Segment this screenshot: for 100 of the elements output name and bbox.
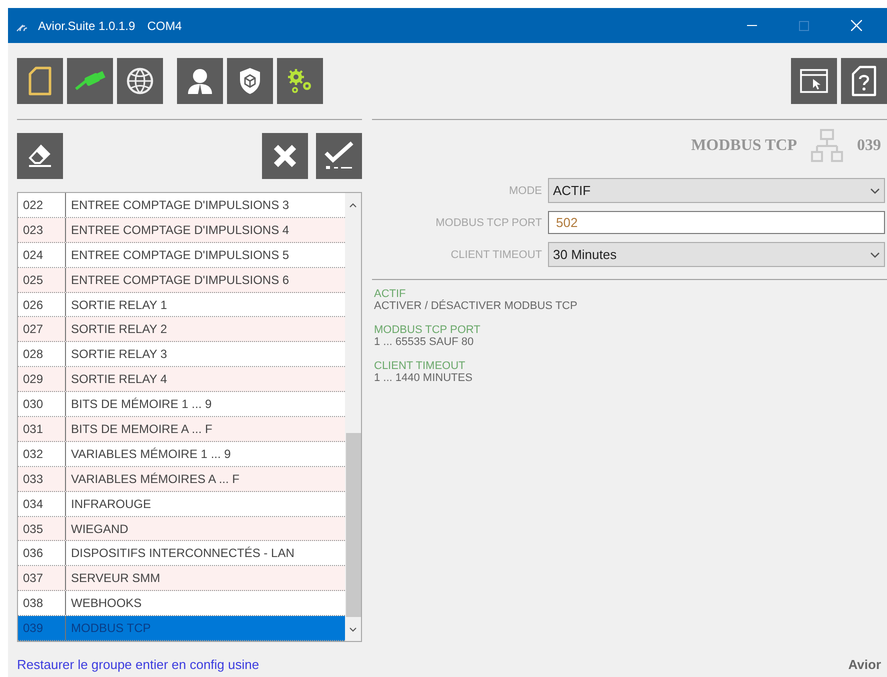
window-button[interactable] [791,58,837,104]
chevron-down-icon [870,188,880,194]
row-number: 030 [18,392,66,416]
new-file-button[interactable] [17,58,63,104]
window-cursor-icon [800,69,828,93]
row-number: 035 [18,516,66,540]
list-row[interactable]: 025 ENTREE COMPTAGE D'IMPULSIONS 6 [18,268,345,293]
list-row[interactable]: 035 WIEGAND [18,516,345,542]
row-number: 038 [18,591,66,616]
list-row[interactable]: 032 VARIABLES MÉMOIRE 1 ... 9 [18,442,345,467]
network-button[interactable] [117,58,163,104]
list-row[interactable]: 030 BITS DE MÉMOIRE 1 ... 9 [18,392,345,418]
list-row[interactable]: 037 SERVEUR SMM [18,566,345,592]
help-title: CLIENT TIMEOUT [374,360,466,372]
dropdown[interactable]: ACTIF [548,178,885,203]
row-number: 032 [18,442,66,466]
row-number: 029 [18,367,66,392]
help-document-icon [851,65,877,97]
globe-icon [125,66,155,96]
list-row[interactable]: 036 DISPOSITIFS INTERCONNECTÉS - LAN [18,541,345,566]
row-label: DISPOSITIFS INTERCONNECTÉS - LAN [70,545,296,562]
scroll-thumb[interactable] [346,433,360,617]
row-label: WEBHOOKS [70,595,143,612]
dropdown[interactable]: 30 Minutes [548,242,885,267]
port-label: COM4 [147,18,182,32]
row-label: WIEGAND [70,520,130,538]
row-label: SERVEUR SMM [70,570,162,588]
usb-connect-button[interactable] [67,58,113,104]
minimize-icon [747,24,757,26]
row-label: ENTREE COMPTAGE D'IMPULSIONS 6 [70,272,290,289]
scroll-down-icon [349,626,357,632]
row-number: 034 [18,492,66,516]
row-label: VARIABLES MÉMOIRES A ... F [70,470,240,488]
help-button[interactable] [841,58,887,104]
list-row[interactable]: 027 SORTIE RELAY 2 [18,317,345,342]
apply-button[interactable] [316,133,362,179]
row-label: SORTIE RELAY 2 [70,321,168,338]
row-number: 022 [18,193,66,217]
list-row[interactable]: 022 ENTREE COMPTAGE D'IMPULSIONS 3 [18,193,345,218]
row-number: 023 [18,218,66,242]
security-button[interactable] [227,58,273,104]
row-number: 025 [18,268,66,292]
input-field[interactable]: 502 [548,211,885,234]
eraser-button[interactable] [17,133,63,179]
list-row[interactable]: 023 ENTREE COMPTAGE D'IMPULSIONS 4 [18,218,345,243]
chevron-down-icon [870,252,880,258]
close-icon [850,20,862,31]
help-text: ACTIVER / DÉSACTIVER MODBUS TCP [374,300,578,312]
list-row[interactable]: 033 VARIABLES MÉMOIRES A ... F [18,466,345,492]
scroll-up-icon [349,202,357,208]
row-number: 026 [18,292,66,316]
section-number: 039 [857,137,881,155]
row-number: 036 [18,541,66,566]
settings-button[interactable] [277,58,323,104]
user-button[interactable] [177,58,223,104]
row-number: 037 [18,566,66,590]
help-text: 1 ... 65535 SAUF 80 [374,336,475,348]
list-row[interactable]: 026 SORTIE RELAY 1 [18,292,345,318]
list-row[interactable]: 031 BITS DE MEMOIRE A ... F [18,417,345,442]
row-number: 039 [18,616,66,640]
row-number: 027 [18,317,66,342]
row-label: VARIABLES MÉMOIRE 1 ... 9 [70,446,232,463]
row-label: SORTIE RELAY 3 [70,346,168,364]
person-icon [187,67,213,95]
window-title: Avior.Suite 1.0.1.9 [38,18,136,32]
list-row[interactable]: 029 SORTIE RELAY 4 [18,367,345,392]
row-label: SORTIE RELAY 4 [70,371,168,388]
list-row[interactable]: 024 ENTREE COMPTAGE D'IMPULSIONS 5 [18,242,345,268]
row-number: 024 [18,242,66,267]
restore-defaults-link[interactable]: Restaurer le groupe entier en config usine [17,656,260,672]
list-row[interactable]: 038 WEBHOOKS [18,591,345,616]
row-label: SORTIE RELAY 1 [70,296,168,314]
row-label: ENTREE COMPTAGE D'IMPULSIONS 4 [70,222,290,239]
list-row[interactable]: 034 INFRAROUGE [18,492,345,517]
close-icon [272,143,298,169]
field-label: MODBUS TCP PORT [434,216,542,228]
field-label: MODE [508,184,542,196]
brand-label: Avior [848,656,881,672]
row-label: INFRAROUGE [70,496,152,513]
help-title: ACTIF [374,288,407,300]
section-title: MODBUS TCP [691,137,797,155]
help-text: 1 ... 1440 MINUTES [374,372,474,384]
check-list-icon [323,141,355,171]
shield-icon [237,66,263,96]
row-number: 028 [18,342,66,366]
row-number: 033 [18,466,66,491]
row-label: ENTREE COMPTAGE D'IMPULSIONS 3 [70,196,290,214]
field-label: CLIENT TIMEOUT [450,248,542,260]
row-label: ENTREE COMPTAGE D'IMPULSIONS 5 [70,246,290,264]
help-title: MODBUS TCP PORT [374,324,482,336]
cancel-button[interactable] [262,133,308,179]
maximize-icon [799,20,809,30]
list-row[interactable]: 028 SORTIE RELAY 3 [18,342,345,368]
usb-plug-icon [74,71,106,91]
network-icon [811,129,843,163]
row-number: 031 [18,417,66,441]
document-icon [27,66,53,96]
row-label: BITS DE MEMOIRE A ... F [70,420,214,438]
eraser-icon [27,144,53,168]
scrollbar[interactable] [345,193,361,641]
